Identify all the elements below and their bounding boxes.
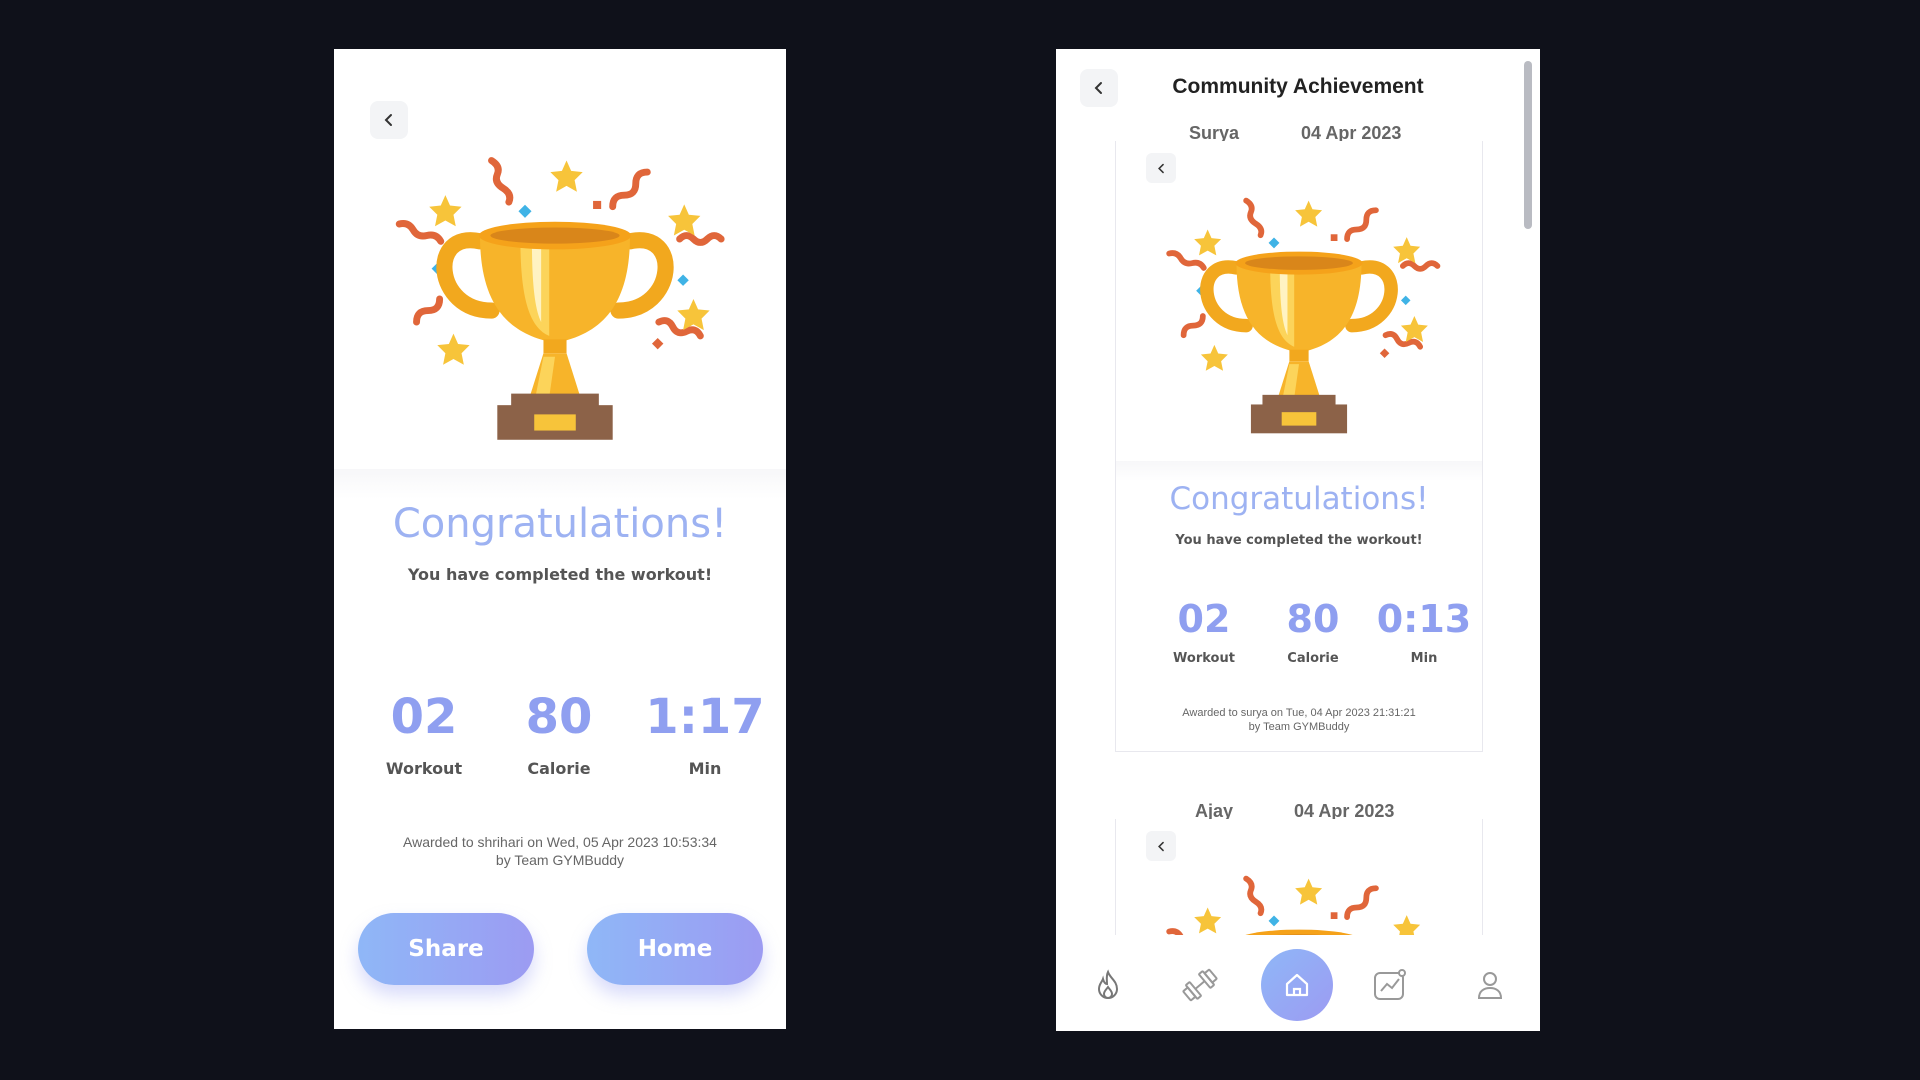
flame-icon[interactable]: [1092, 969, 1124, 1001]
awarded-text: Awarded to shrihari on Wed, 05 Apr 2023 …: [334, 834, 786, 869]
awarded-text: Awarded to surya on Tue, 04 Apr 2023 21:…: [1116, 707, 1482, 735]
stat-label: Min: [688, 759, 722, 778]
divider: [334, 469, 786, 499]
dumbbell-icon[interactable]: [1181, 966, 1219, 1004]
stat-workout: 02 Workout: [374, 689, 474, 778]
stat-value: 80: [525, 689, 593, 745]
stat-value: 0:13: [1376, 597, 1472, 641]
home-button[interactable]: Home: [587, 913, 763, 985]
stat-label: Calorie: [1287, 651, 1339, 666]
awarded-line: Awarded to surya on Tue, 04 Apr 2023 21:…: [1182, 707, 1416, 719]
achievement-card: Congratulations! You have completed the …: [1115, 141, 1483, 752]
stat-label: Workout: [1173, 651, 1235, 666]
chevron-left-icon: [1157, 163, 1164, 173]
stat-min: 1:17 Min: [640, 689, 770, 778]
card-back-button[interactable]: [1146, 831, 1176, 861]
awarded-by: by Team GYMBuddy: [1248, 720, 1350, 733]
scrollbar[interactable]: [1524, 61, 1532, 229]
stat-workout: 02 Workout: [1162, 597, 1246, 666]
profile-icon[interactable]: [1474, 969, 1506, 1001]
stat-calorie: 80 Calorie: [509, 689, 609, 778]
trophy-illustration: [1154, 869, 1444, 940]
completion-subtitle: You have completed the workout!: [407, 565, 713, 584]
congratulations-screen: Congratulations! You have completed the …: [334, 49, 786, 1029]
awarded-line: Awarded to shrihari on Wed, 05 Apr 2023 …: [403, 834, 717, 850]
congratulations-heading: Congratulations!: [392, 501, 728, 547]
chevron-left-icon: [384, 114, 392, 126]
awarded-by: by Team GYMBuddy: [495, 851, 625, 868]
achievement-card: [1115, 819, 1483, 940]
congratulations-heading: Congratulations!: [1169, 481, 1429, 517]
stat-value: 02: [1177, 597, 1231, 641]
stat-value: 80: [1286, 597, 1340, 641]
home-nav-button[interactable]: [1261, 949, 1333, 1021]
chart-icon[interactable]: [1372, 967, 1408, 1003]
completion-subtitle: You have completed the workout!: [1175, 533, 1423, 548]
stat-label: Min: [1410, 651, 1438, 666]
community-achievement-screen: Community Achievement Surya 04 Apr 2023 …: [1056, 49, 1540, 1031]
stat-label: Workout: [385, 759, 463, 778]
stat-value: 02: [390, 689, 458, 745]
back-button[interactable]: [370, 101, 408, 139]
bottom-navigation: [1056, 935, 1540, 1031]
stat-min: 0:13 Min: [1374, 597, 1474, 666]
trophy-illustration: [380, 149, 730, 449]
divider: [1116, 461, 1482, 481]
card-back-button[interactable]: [1146, 153, 1176, 183]
chevron-left-icon: [1157, 841, 1164, 851]
trophy-illustration: [1154, 191, 1444, 441]
share-button[interactable]: Share: [358, 913, 534, 985]
page-title: Community Achievement: [1172, 75, 1424, 98]
stat-value: 1:17: [645, 689, 765, 745]
stat-calorie: 80 Calorie: [1271, 597, 1355, 666]
home-icon: [1285, 973, 1309, 997]
stat-label: Calorie: [527, 759, 591, 778]
